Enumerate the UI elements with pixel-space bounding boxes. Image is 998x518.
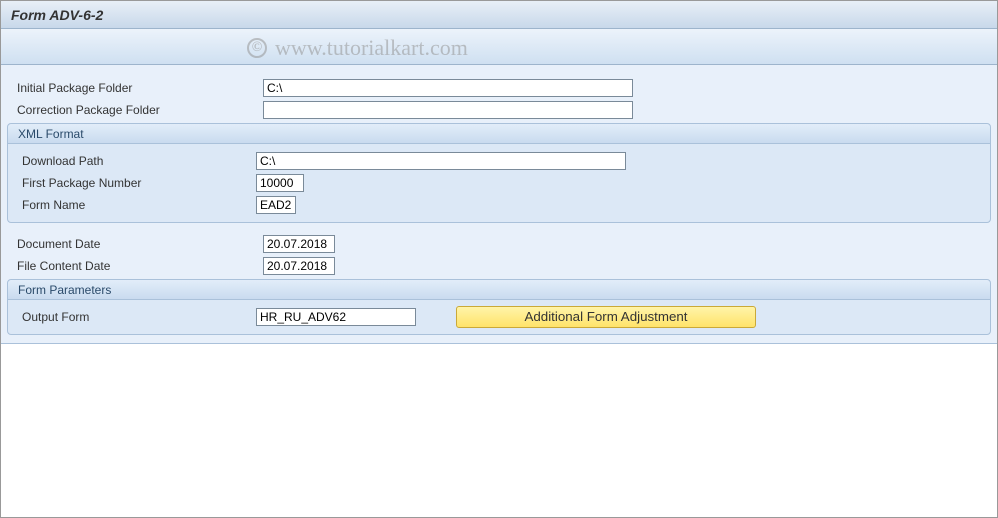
first-package-number-input[interactable]: [256, 174, 304, 192]
additional-form-adjustment-button[interactable]: Additional Form Adjustment: [456, 306, 756, 328]
correction-package-folder-input[interactable]: [263, 101, 633, 119]
output-form-label: Output Form: [12, 310, 256, 324]
row-file-content-date: File Content Date: [11, 255, 987, 277]
initial-package-folder-label: Initial Package Folder: [11, 81, 263, 95]
group-form-parameters: Form Parameters Output Form Additional F…: [7, 279, 991, 335]
output-form-input[interactable]: [256, 308, 416, 326]
form-name-label: Form Name: [12, 198, 256, 212]
row-correction-package-folder: Correction Package Folder: [11, 99, 987, 121]
file-content-date-input[interactable]: [263, 257, 335, 275]
toolbar: [1, 29, 997, 65]
download-path-label: Download Path: [12, 154, 256, 168]
first-package-number-label: First Package Number: [12, 176, 256, 190]
document-date-label: Document Date: [11, 237, 263, 251]
group-xml-format-header: XML Format: [8, 124, 990, 144]
initial-package-folder-input[interactable]: [263, 79, 633, 97]
row-initial-package-folder: Initial Package Folder: [11, 77, 987, 99]
row-document-date: Document Date: [11, 233, 987, 255]
form-name-input[interactable]: [256, 196, 296, 214]
correction-package-folder-label: Correction Package Folder: [11, 103, 263, 117]
page-title: Form ADV-6-2: [11, 7, 103, 23]
group-form-parameters-header: Form Parameters: [8, 280, 990, 300]
download-path-input[interactable]: [256, 152, 626, 170]
document-date-input[interactable]: [263, 235, 335, 253]
title-bar: Form ADV-6-2: [1, 1, 997, 29]
group-xml-format: XML Format Download Path First Package N…: [7, 123, 991, 223]
file-content-date-label: File Content Date: [11, 259, 263, 273]
